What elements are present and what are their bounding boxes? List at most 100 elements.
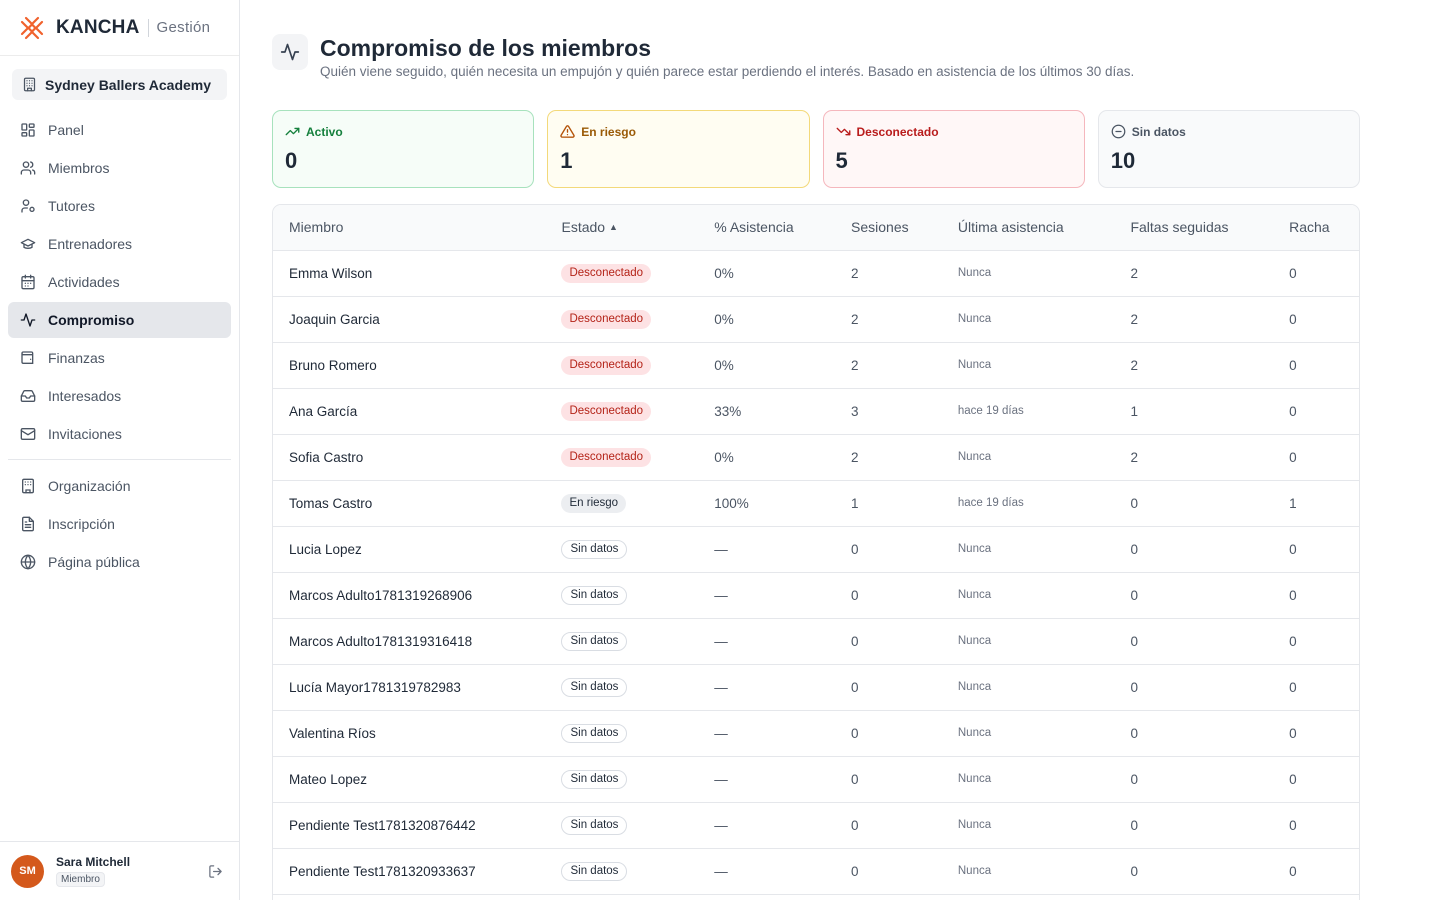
card-sin-datos[interactable]: Sin datos 10 xyxy=(1097,110,1360,188)
col-miembro[interactable]: Miembro xyxy=(273,205,546,251)
summary-cards: Activo 0 En riesgo 1 Desconectado 5 Sin … xyxy=(272,110,1360,188)
user-meta: Sara Mitchell Miembro xyxy=(56,855,130,887)
user-profile[interactable]: SM Sara Mitchell Miembro xyxy=(0,841,239,900)
member-name[interactable]: Marcos Adulto1781319268906 xyxy=(273,572,546,619)
status-cell: Sin datos xyxy=(545,664,699,711)
logout-icon[interactable] xyxy=(208,864,223,879)
sidebar-item-organizacion[interactable]: Organización xyxy=(8,468,231,504)
col-label: Estado xyxy=(561,219,606,236)
sessions-cell: 2 xyxy=(835,250,942,297)
member-name[interactable]: Mateo Lopez xyxy=(273,756,546,803)
graduation-cap-icon xyxy=(20,238,36,249)
member-name[interactable]: Lucia Lopez xyxy=(273,526,546,573)
card-value: 0 xyxy=(285,148,298,173)
sidebar-item-compromiso[interactable]: Compromiso xyxy=(8,302,231,338)
sidebar-item-panel[interactable]: Panel xyxy=(8,112,231,148)
consecutive-misses-cell: 0 xyxy=(1114,802,1274,849)
col-label: Última asistencia xyxy=(957,219,1064,236)
table-row[interactable]: Lucía Mayor1781319782983 Sin datos —0 Nunca… xyxy=(273,664,1359,711)
last-attendance-cell: hace 19 días xyxy=(941,480,1115,527)
col-asistencia[interactable]: % Asistencia xyxy=(698,205,836,251)
last-attendance-cell: Nunca xyxy=(941,572,1115,619)
attendance-cell: — xyxy=(698,756,836,803)
col-label: Faltas seguidas xyxy=(1130,219,1229,236)
card-desconectado[interactable]: Desconectado 5 xyxy=(822,110,1085,188)
member-name[interactable]: Marcos Adulto1781319316418 xyxy=(273,618,546,665)
sidebar: KANCHA Gestión Sydney Ballers Academy Pa… xyxy=(0,0,240,900)
avatar: SM xyxy=(11,854,44,888)
attendance-cell: — xyxy=(698,848,836,895)
sidebar-item-tutores[interactable]: Tutores xyxy=(8,188,231,224)
table-row[interactable]: Marcos Adulto1781319268906 Sin datos —0 Nun… xyxy=(273,572,1359,619)
sidebar-item-pagina-publica[interactable]: Página pública xyxy=(8,544,231,580)
consecutive-misses-cell: 0 xyxy=(1114,572,1274,619)
member-name[interactable]: Valentina Ríos xyxy=(273,710,546,757)
status-cell: Sin datos xyxy=(545,848,699,895)
member-name[interactable]: Tomas Castro xyxy=(273,480,546,527)
building-icon xyxy=(22,478,34,494)
sidebar-item-miembros[interactable]: Miembros xyxy=(8,150,231,186)
inbox-icon xyxy=(20,390,36,402)
table-row[interactable]: Tomas Castro En riesgo 100% 1 hace 19 días 0 1 xyxy=(273,480,1359,527)
table-row[interactable]: Pendiente Test1781320933637 Sin datos —0 Nu… xyxy=(273,848,1359,895)
attendance-cell: 100% xyxy=(698,480,836,527)
card-en-riesgo[interactable]: En riesgo 1 xyxy=(547,110,810,188)
sessions-cell: 0 xyxy=(835,756,942,803)
card-label: Activo xyxy=(306,124,343,139)
status-cell: Desconectado xyxy=(545,250,699,297)
table-row[interactable]: Marcos Adulto1781319316418 Sin datos —0 Nun… xyxy=(273,618,1359,665)
sidebar-item-invitaciones[interactable]: Invitaciones xyxy=(8,416,231,452)
member-name[interactable]: Sofia Castro xyxy=(273,434,546,481)
member-name[interactable]: Pendiente Test1781320933637 xyxy=(273,848,546,895)
table-row[interactable]: Mateo Lopez Sin datos —0 Nunca 0 0 xyxy=(273,756,1359,803)
col-faltas-seguidas[interactable]: Faltas seguidas xyxy=(1114,205,1274,251)
sidebar-item-inscripcion[interactable]: Inscripción xyxy=(8,506,231,542)
table-row[interactable]: Valentina Ríos Sin datos —0 Nunca 0 0 xyxy=(273,710,1359,757)
member-name[interactable]: Joaquin Garcia xyxy=(273,296,546,343)
status-cell: Sin datos xyxy=(545,710,699,757)
consecutive-misses-cell: 0 xyxy=(1114,756,1274,803)
member-name[interactable] xyxy=(273,894,546,900)
table-row[interactable]: Joaquin Garcia Desconectado 0% 2 Nunca 2 0 xyxy=(273,296,1359,343)
sidebar-item-actividades[interactable]: Actividades xyxy=(8,264,231,300)
sidebar-item-interesados[interactable]: Interesados xyxy=(8,378,231,414)
table-row[interactable]: Pendiente Test1781320876442 Sin datos —0 Nu… xyxy=(273,802,1359,849)
table-row[interactable]: Sofia Castro Desconectado 0% 2 Nunca 2 0 xyxy=(273,434,1359,481)
table-row[interactable] xyxy=(273,894,1359,900)
member-name[interactable]: Bruno Romero xyxy=(273,342,546,389)
member-name[interactable]: Lucía Mayor1781319782983 xyxy=(273,664,546,711)
col-ultima-asistencia[interactable]: Última asistencia xyxy=(941,205,1115,251)
consecutive-misses-cell: 2 xyxy=(1114,296,1274,343)
streak-cell: 0 xyxy=(1273,756,1359,803)
status-badge: En riesgo xyxy=(561,493,627,513)
member-name[interactable]: Emma Wilson xyxy=(273,250,546,297)
col-racha[interactable]: Racha xyxy=(1273,205,1359,251)
table-row[interactable]: Ana García Desconectado 33% 3 hace 19 días 1 0 xyxy=(273,388,1359,435)
sidebar-item-label: Finanzas xyxy=(48,350,105,366)
sidebar-item-label: Panel xyxy=(48,122,84,138)
sessions-cell: 0 xyxy=(835,572,942,619)
organization-switcher[interactable]: Sydney Ballers Academy xyxy=(12,69,227,100)
brand-header[interactable]: KANCHA Gestión xyxy=(0,0,239,56)
table-row[interactable]: Lucia Lopez Sin datos —0 Nunca 0 0 xyxy=(273,526,1359,573)
col-sesiones[interactable]: Sesiones xyxy=(835,205,942,251)
consecutive-misses-cell: 0 xyxy=(1114,664,1274,711)
sidebar-item-finanzas[interactable]: Finanzas xyxy=(8,340,231,376)
sessions-cell: 0 xyxy=(835,848,942,895)
status-badge: Sin datos xyxy=(561,769,628,789)
member-name[interactable]: Pendiente Test1781320876442 xyxy=(273,802,546,849)
sidebar-item-entrenadores[interactable]: Entrenadores xyxy=(8,226,231,262)
streak-cell xyxy=(1273,894,1359,900)
page-subtitle: Quién viene seguido, quién necesita un e… xyxy=(320,64,1135,79)
attendance-cell: 0% xyxy=(698,434,836,481)
table-row[interactable]: Bruno Romero Desconectado 0% 2 Nunca 2 0 xyxy=(273,342,1359,389)
member-name[interactable]: Ana García xyxy=(273,388,546,435)
mail-icon xyxy=(20,428,36,440)
col-estado[interactable]: Estado ▲ xyxy=(545,205,699,251)
status-cell: Sin datos xyxy=(545,572,699,619)
kancha-logo-icon xyxy=(20,16,44,39)
sidebar-item-label: Organización xyxy=(48,478,131,494)
table-row[interactable]: Emma Wilson Desconectado 0% 2 Nunca 2 0 xyxy=(273,250,1359,297)
organization-name: Sydney Ballers Academy xyxy=(45,76,212,93)
card-activo[interactable]: Activo 0 xyxy=(272,110,535,188)
